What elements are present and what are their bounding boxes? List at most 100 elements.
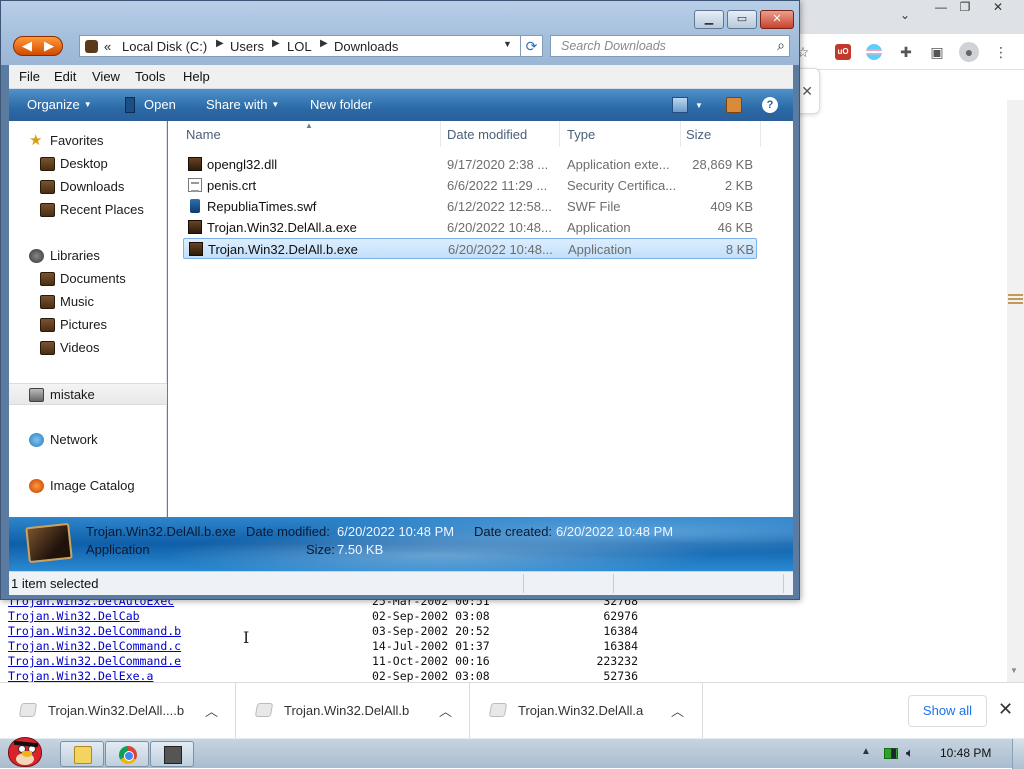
chevron-up-icon[interactable]: ︿ [205, 701, 218, 720]
nav-music[interactable]: Music [9, 291, 167, 313]
listing-link[interactable]: Trojan.Win32.DelCommand.c [8, 639, 181, 654]
listing-link[interactable]: Trojan.Win32.DelCommand.e [8, 654, 181, 669]
details-modified-label: Date modified: [246, 524, 330, 539]
download-item[interactable]: Trojan.Win32.DelAll.b ︿ [236, 683, 470, 739]
change-view-icon[interactable] [672, 97, 688, 113]
file-list: Name ▲ Date modified Type Size opengl32.… [168, 121, 793, 517]
breadcrumb-lol[interactable]: LOL [287, 39, 312, 54]
share-with-button[interactable]: Share with ▼ [206, 97, 279, 112]
minimize-button[interactable]: ▁ [694, 10, 724, 29]
back-arrow-icon[interactable]: ◀ [22, 38, 32, 54]
side-panel-icon[interactable]: ▣ [927, 42, 947, 62]
address-bar[interactable]: « Local Disk (C:) ▶ Users ▶ LOL ▶ Downlo… [79, 35, 543, 57]
nav-libraries[interactable]: Libraries [9, 245, 167, 267]
refresh-icon[interactable]: ⟳ [520, 36, 542, 56]
close-icon[interactable]: ✕ [998, 699, 1013, 720]
address-dropdown-icon[interactable]: ▼ [503, 39, 512, 49]
profile-avatar-icon[interactable]: ● [959, 42, 979, 62]
breadcrumb-arrow-icon[interactable]: ▶ [320, 38, 328, 49]
desktop-icon [40, 157, 55, 171]
close-button[interactable]: ✕ [760, 10, 794, 29]
breadcrumb-arrow-icon[interactable]: ▶ [216, 38, 224, 49]
menu-edit[interactable]: Edit [54, 69, 76, 84]
forward-arrow-icon[interactable]: ▶ [44, 38, 54, 54]
restore-icon[interactable]: ❐ [950, 0, 980, 18]
nav-recent-places[interactable]: Recent Places [9, 199, 167, 221]
search-input[interactable]: Search Downloads ⌕ [550, 35, 790, 57]
nav-desktop[interactable]: Desktop [9, 153, 167, 175]
download-item[interactable]: Trojan.Win32.DelAll.a ︿ [470, 683, 703, 739]
file-date: 6/20/2022 10:48... [448, 242, 553, 257]
file-row[interactable]: RepubliaTimes.swf 6/12/2022 12:58... SWF… [183, 196, 757, 217]
show-all-button[interactable]: Show all [908, 695, 987, 727]
chevron-down-icon[interactable]: ⌄ [890, 8, 920, 26]
view-dropdown-icon[interactable]: ▼ [695, 101, 703, 110]
clock[interactable]: 10:48 PM [940, 746, 991, 760]
network-icon[interactable]: ▮ [890, 745, 897, 761]
breadcrumb-arrow-icon[interactable]: ▶ [272, 38, 280, 49]
file-row-selected[interactable]: Trojan.Win32.DelAll.b.exe 6/20/2022 10:4… [183, 238, 757, 259]
chevron-up-icon[interactable]: ︿ [671, 701, 684, 720]
menu-view[interactable]: View [92, 69, 120, 84]
taskbar-chrome-button[interactable] [105, 741, 149, 767]
listing-size: 223232 [596, 654, 638, 668]
file-row[interactable]: opengl32.dll 9/17/2020 2:38 ... Applicat… [183, 154, 757, 175]
nav-computer[interactable]: mistake [9, 383, 167, 405]
page-scrollbar[interactable] [1007, 100, 1024, 682]
show-desktop-button[interactable] [1012, 739, 1024, 769]
extension-flag-icon[interactable] [866, 44, 882, 60]
scroll-down-arrow-icon[interactable]: ▼ [1010, 666, 1018, 675]
listing-date: 03-Sep-2002 20:52 [372, 624, 490, 638]
organize-button[interactable]: Organize ▼ [27, 97, 92, 112]
close-icon[interactable]: ✕ [983, 0, 1013, 18]
listing-link[interactable]: Trojan.Win32.DelCommand.b [8, 624, 181, 639]
nav-documents[interactable]: Documents [9, 268, 167, 290]
help-icon[interactable]: ? [762, 97, 778, 113]
breadcrumb-downloads[interactable]: Downloads [334, 39, 398, 54]
menu-tools[interactable]: Tools [135, 69, 165, 84]
open-button[interactable]: Open [144, 97, 176, 112]
volume-icon[interactable]: 🔈︎ [906, 745, 914, 761]
star-icon: ★ [29, 132, 43, 149]
ublock-extension-icon[interactable]: uO [835, 44, 851, 60]
taskbar-app-button[interactable] [150, 741, 194, 767]
scrollbar-thumb[interactable] [1008, 292, 1023, 306]
column-header-date[interactable]: Date modified [441, 121, 560, 147]
search-icon[interactable]: ⌕ [777, 37, 785, 54]
menu-help[interactable]: Help [183, 69, 210, 84]
details-file-name: Trojan.Win32.DelAll.b.exe [86, 524, 236, 539]
back-forward-buttons[interactable]: ◀ ▶ [13, 36, 63, 56]
nav-label: Recent Places [60, 202, 144, 217]
listing-link[interactable]: Trojan.Win32.DelCab [8, 609, 140, 624]
listing-size: 16384 [603, 639, 638, 653]
nav-videos[interactable]: Videos [9, 337, 167, 359]
breadcrumb-local-disk[interactable]: Local Disk (C:) [122, 39, 207, 54]
column-header-type[interactable]: Type [560, 121, 681, 147]
breadcrumb-users[interactable]: Users [230, 39, 264, 54]
chevron-up-icon[interactable]: ︿ [439, 701, 452, 720]
nav-network[interactable]: Network [9, 429, 167, 451]
extensions-puzzle-icon[interactable]: ✚ [896, 42, 916, 62]
column-label: Size [686, 127, 712, 142]
status-separator [783, 574, 784, 593]
column-header-size[interactable]: Size [681, 121, 761, 147]
nav-downloads[interactable]: Downloads [9, 176, 167, 198]
maximize-button[interactable]: ▭ [727, 10, 757, 29]
nav-image-catalog[interactable]: Image Catalog [9, 475, 167, 497]
start-button[interactable] [2, 731, 46, 769]
menu-file[interactable]: File [19, 69, 40, 84]
taskbar-explorer-button[interactable] [60, 741, 104, 767]
column-header-name[interactable]: Name ▲ [178, 121, 441, 147]
preview-pane-icon[interactable] [726, 97, 742, 113]
file-row[interactable]: penis.crt 6/6/2022 11:29 ... Security Ce… [183, 175, 757, 196]
breadcrumb-overflow[interactable]: « [104, 39, 111, 54]
new-folder-button[interactable]: New folder [310, 97, 372, 112]
nav-pictures[interactable]: Pictures [9, 314, 167, 336]
nav-favorites[interactable]: ★ Favorites [9, 130, 167, 152]
nav-label: Network [50, 432, 98, 447]
kebab-menu-icon[interactable]: ⋮ [991, 42, 1011, 62]
downloads-icon [40, 180, 55, 194]
file-icon [18, 703, 38, 717]
tray-expand-icon[interactable]: ▲ [861, 746, 871, 757]
file-row[interactable]: Trojan.Win32.DelAll.a.exe 6/20/2022 10:4… [183, 217, 757, 238]
